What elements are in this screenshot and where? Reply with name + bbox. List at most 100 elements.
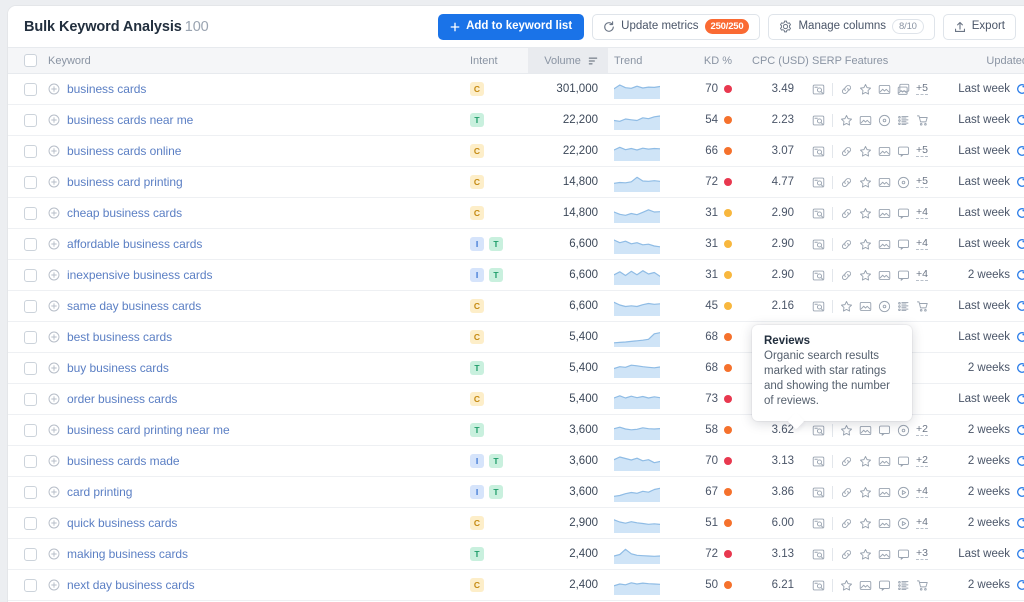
col-cpc[interactable]: CPC (USD) — [742, 47, 809, 74]
serp-local-icon[interactable] — [897, 424, 910, 437]
keyword-link[interactable]: cheap business cards — [67, 206, 182, 220]
add-keyword-icon[interactable] — [48, 362, 60, 374]
add-keyword-icon[interactable] — [48, 145, 60, 157]
serp-local-icon[interactable] — [897, 176, 910, 189]
row-refresh-icon[interactable] — [1016, 486, 1024, 498]
col-updated[interactable]: Updated — [944, 47, 1024, 74]
row-checkbox[interactable] — [24, 82, 37, 96]
serp-image-icon[interactable] — [859, 579, 872, 592]
serp-star-icon[interactable] — [859, 269, 872, 282]
manage-columns-button[interactable]: Manage columns 8/10 — [768, 13, 935, 40]
serp-search-preview-icon[interactable] — [812, 83, 825, 96]
serp-more-count[interactable]: +4 — [916, 517, 928, 529]
row-checkbox[interactable] — [24, 299, 37, 313]
row-checkbox[interactable] — [24, 423, 37, 437]
serp-image-icon[interactable] — [878, 83, 891, 96]
serp-star-icon[interactable] — [859, 455, 872, 468]
serp-link-icon[interactable] — [840, 548, 853, 561]
keyword-link[interactable]: affordable business cards — [67, 237, 202, 251]
serp-link-icon[interactable] — [840, 176, 853, 189]
serp-search-preview-icon[interactable] — [812, 424, 825, 437]
serp-more-count[interactable]: +5 — [916, 176, 928, 188]
serp-local-icon[interactable] — [878, 114, 891, 127]
serp-list-icon[interactable] — [897, 579, 910, 592]
serp-comment-icon[interactable] — [878, 424, 891, 437]
update-metrics-button[interactable]: Update metrics 250/250 — [592, 13, 761, 40]
serp-search-preview-icon[interactable] — [812, 238, 825, 251]
serp-star-icon[interactable] — [859, 83, 872, 96]
keyword-link[interactable]: best business cards — [67, 330, 172, 344]
row-checkbox[interactable] — [24, 392, 37, 406]
keyword-link[interactable]: business cards near me — [67, 113, 193, 127]
serp-star-icon[interactable] — [859, 238, 872, 251]
intent-badge-c[interactable]: C — [470, 299, 484, 313]
row-refresh-icon[interactable] — [1016, 269, 1024, 281]
intent-badge-t[interactable]: T — [470, 423, 484, 437]
intent-badge-t[interactable]: T — [470, 547, 484, 561]
serp-image-icon[interactable] — [878, 207, 891, 220]
serp-search-preview-icon[interactable] — [812, 269, 825, 282]
serp-image-icon[interactable] — [878, 176, 891, 189]
add-keyword-icon[interactable] — [48, 486, 60, 498]
add-keyword-icon[interactable] — [48, 238, 60, 250]
intent-badge-c[interactable]: C — [470, 516, 484, 530]
serp-video-icon[interactable] — [897, 486, 910, 499]
serp-image-icon[interactable] — [878, 517, 891, 530]
serp-video-icon[interactable] — [897, 517, 910, 530]
intent-badge-c[interactable]: C — [470, 392, 484, 406]
serp-search-preview-icon[interactable] — [812, 517, 825, 530]
row-checkbox[interactable] — [24, 578, 37, 592]
row-refresh-icon[interactable] — [1016, 579, 1024, 591]
serp-comment-icon[interactable] — [897, 145, 910, 158]
serp-more-count[interactable]: +4 — [916, 486, 928, 498]
row-checkbox[interactable] — [24, 485, 37, 499]
serp-search-preview-icon[interactable] — [812, 579, 825, 592]
serp-star-icon[interactable] — [840, 424, 853, 437]
col-serp-features[interactable]: SERP Features — [804, 47, 944, 74]
intent-badge-c[interactable]: C — [470, 82, 484, 96]
add-to-keyword-list-button[interactable]: Add to keyword list — [438, 13, 585, 40]
serp-more-count[interactable]: +2 — [916, 455, 928, 467]
row-refresh-icon[interactable] — [1016, 114, 1024, 126]
serp-link-icon[interactable] — [840, 145, 853, 158]
keyword-link[interactable]: order business cards — [67, 392, 177, 406]
serp-link-icon[interactable] — [840, 486, 853, 499]
serp-search-preview-icon[interactable] — [812, 548, 825, 561]
col-trend[interactable]: Trend — [608, 47, 670, 74]
serp-link-icon[interactable] — [840, 83, 853, 96]
serp-star-icon[interactable] — [859, 145, 872, 158]
serp-more-count[interactable]: +4 — [916, 238, 928, 250]
row-checkbox[interactable] — [24, 113, 37, 127]
add-keyword-icon[interactable] — [48, 176, 60, 188]
row-refresh-icon[interactable] — [1016, 393, 1024, 405]
add-keyword-icon[interactable] — [48, 331, 60, 343]
serp-link-icon[interactable] — [840, 455, 853, 468]
add-keyword-icon[interactable] — [48, 269, 60, 281]
intent-badge-c[interactable]: C — [470, 175, 484, 189]
serp-search-preview-icon[interactable] — [812, 145, 825, 158]
serp-image-icon[interactable] — [878, 145, 891, 158]
serp-search-preview-icon[interactable] — [812, 486, 825, 499]
serp-star-icon[interactable] — [859, 207, 872, 220]
serp-search-preview-icon[interactable] — [812, 300, 825, 313]
row-refresh-icon[interactable] — [1016, 83, 1024, 95]
serp-search-preview-icon[interactable] — [812, 207, 825, 220]
row-checkbox[interactable] — [24, 330, 37, 344]
add-keyword-icon[interactable] — [48, 83, 60, 95]
intent-badge-t[interactable]: T — [470, 113, 484, 127]
serp-image-icon[interactable] — [878, 238, 891, 251]
intent-badge-t[interactable]: T — [489, 268, 503, 282]
keyword-link[interactable]: making business cards — [67, 547, 188, 561]
col-intent[interactable]: Intent — [468, 47, 528, 74]
row-refresh-icon[interactable] — [1016, 145, 1024, 157]
intent-badge-i[interactable]: I — [470, 485, 484, 499]
serp-star-icon[interactable] — [859, 517, 872, 530]
intent-badge-i[interactable]: I — [470, 454, 484, 468]
serp-more-count[interactable]: +5 — [916, 145, 928, 157]
col-volume[interactable]: Volume — [528, 47, 608, 74]
serp-shopping-icon[interactable] — [916, 579, 929, 592]
serp-more-count[interactable]: +5 — [916, 83, 928, 95]
serp-image-icon[interactable] — [859, 114, 872, 127]
keyword-link[interactable]: buy business cards — [67, 361, 169, 375]
add-keyword-icon[interactable] — [48, 455, 60, 467]
